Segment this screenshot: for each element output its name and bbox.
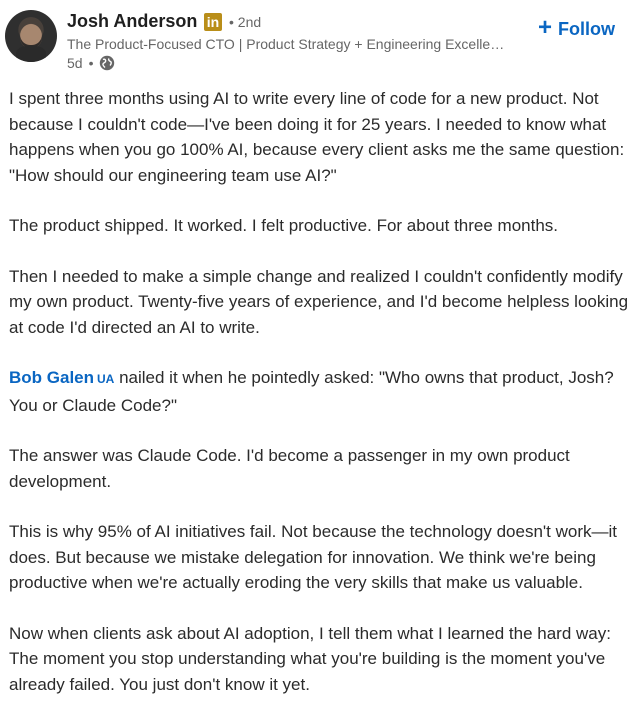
post-body: I spent three months using AI to write e… [9, 86, 632, 722]
post-paragraph: I spent three months using AI to write e… [9, 89, 625, 185]
post-time: 5d [67, 55, 83, 71]
author-avatar[interactable] [5, 10, 57, 62]
mention-tag: UA [97, 372, 115, 386]
post-paragraph-mention: Bob Galen UA nailed it when he pointedly … [9, 365, 632, 418]
mention-name: Bob Galen [9, 368, 95, 387]
post-paragraph: The product shipped. It worked. I felt p… [9, 216, 559, 235]
post-meta: 5d • [67, 55, 115, 71]
post-paragraph: Now when clients ask about AI adoption, … [9, 623, 611, 694]
post-paragraph: The answer was Claude Code. I'd become a… [9, 446, 570, 491]
author-name[interactable]: Josh Anderson [67, 11, 197, 32]
mention-link[interactable]: Bob Galen UA [9, 368, 114, 387]
globe-icon [100, 55, 115, 71]
meta-separator: • [88, 55, 94, 71]
post-header: Josh Anderson in • 2nd The Product-Focus… [0, 0, 636, 80]
plus-icon: + [538, 14, 553, 41]
connection-degree: • 2nd [229, 14, 262, 30]
follow-label: Follow [558, 18, 616, 39]
linkedin-premium-icon: in [204, 13, 222, 31]
post-paragraph: Then I needed to make a simple change an… [9, 266, 629, 337]
post-paragraph: This is why 95% of AI initiatives fail. … [9, 522, 617, 592]
author-headline[interactable]: The Product-Focused CTO | Product Strate… [67, 36, 527, 52]
follow-button[interactable]: + Follow [538, 14, 616, 41]
